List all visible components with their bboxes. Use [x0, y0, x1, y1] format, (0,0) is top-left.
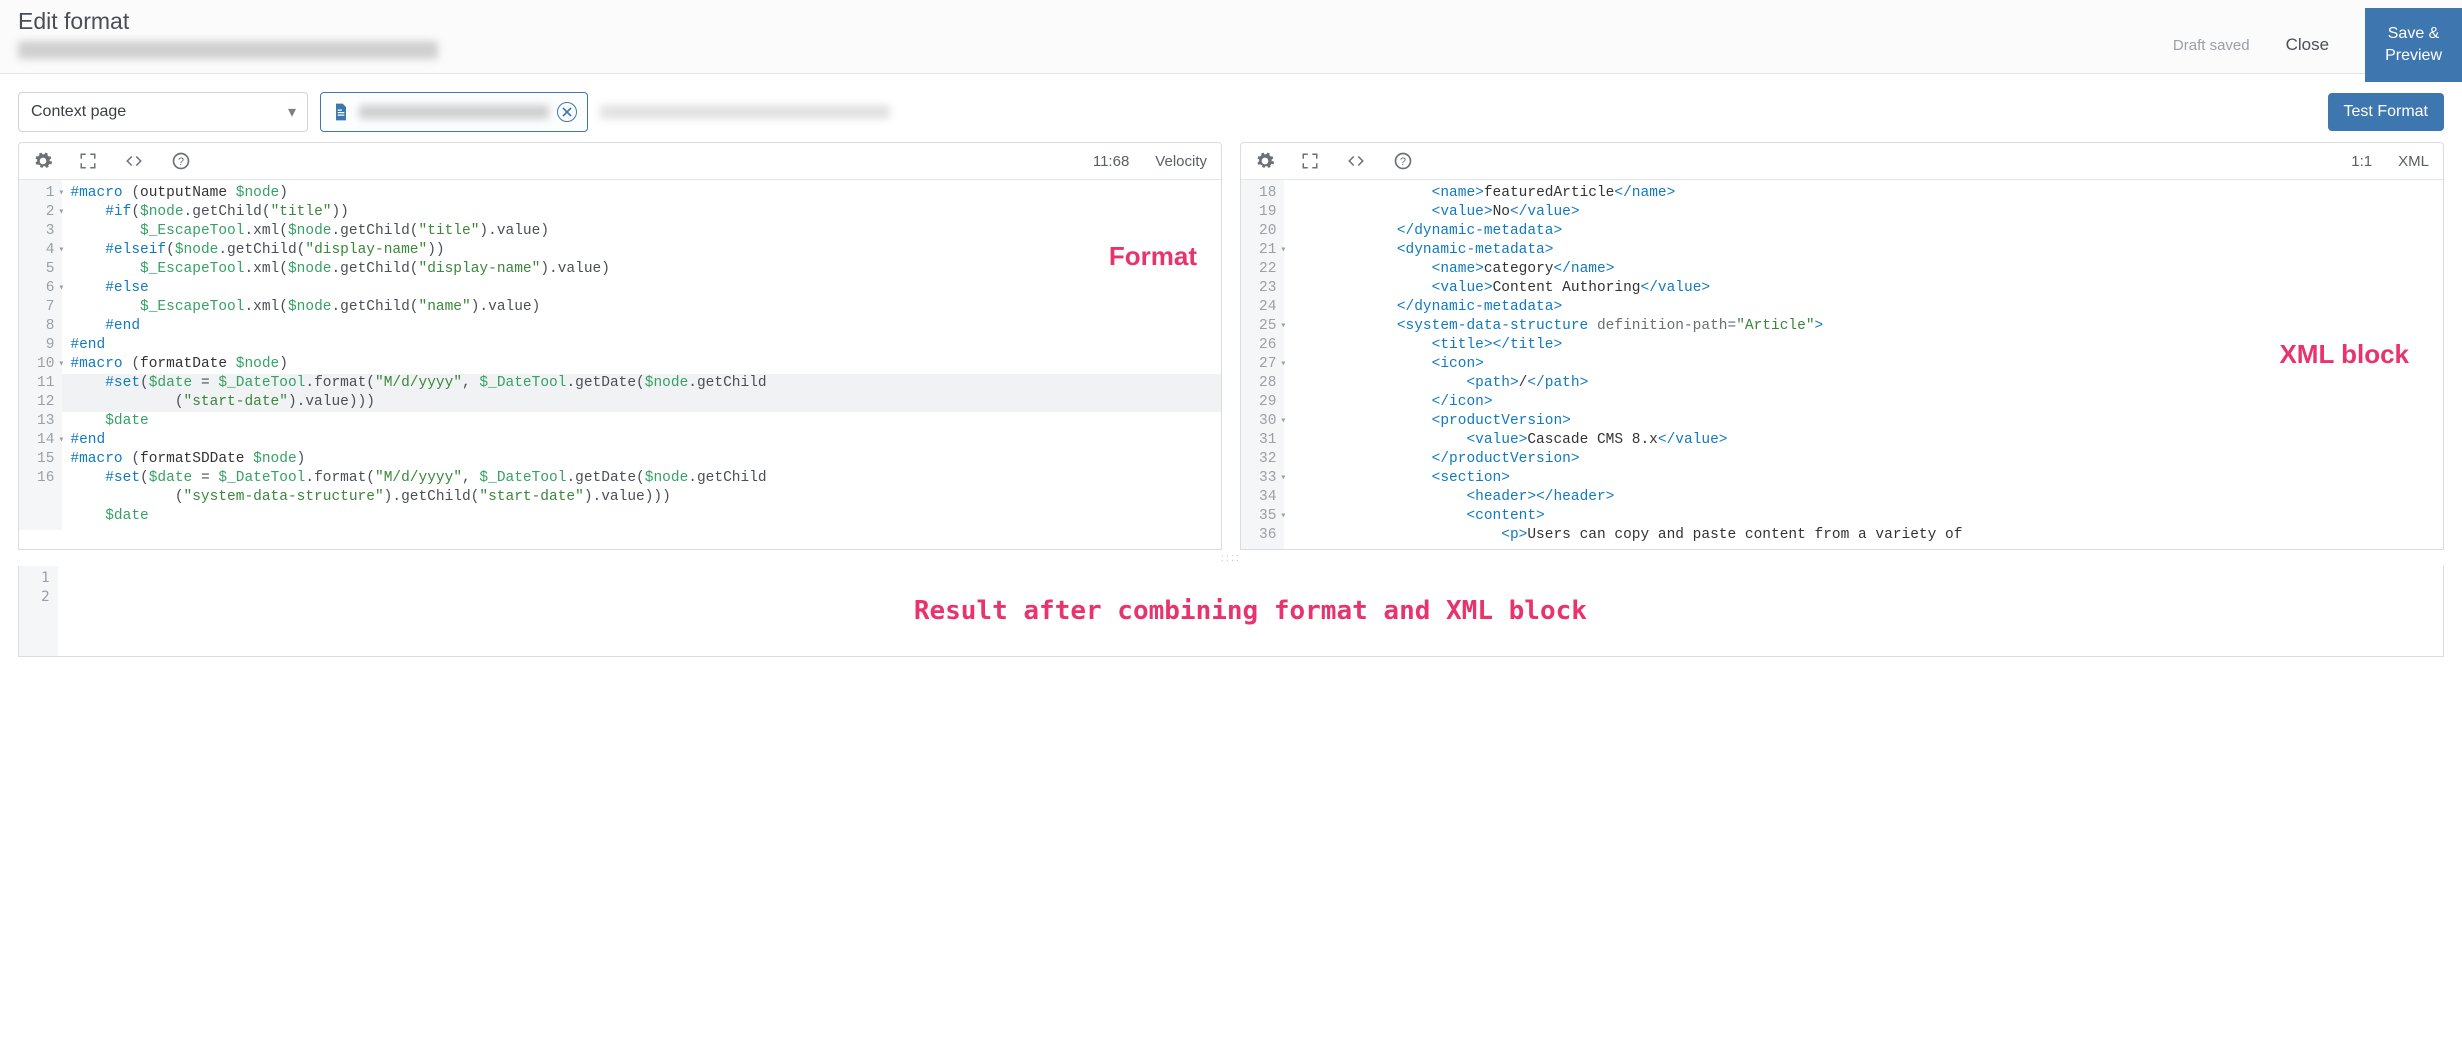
format-editor[interactable]: 12345678910111213141516 #macro (outputNa…: [19, 180, 1221, 530]
format-code[interactable]: #macro (outputName $node) #if($node.getC…: [62, 180, 1221, 530]
cursor-position: 11:68: [1093, 153, 1129, 170]
xml-panel: ? 1:1 XML 181920212223242526272829303132…: [1240, 142, 2444, 550]
settings-button[interactable]: [1255, 151, 1275, 171]
gear-icon: [33, 151, 53, 171]
xml-code[interactable]: <name>featuredArticle</name> <value>No</…: [1284, 180, 2443, 549]
fullscreen-icon: [1301, 152, 1319, 170]
xml-editor[interactable]: 18192021222324252627282930313233343536 <…: [1241, 180, 2443, 549]
code-toggle-button[interactable]: [123, 152, 145, 170]
result-body[interactable]: Result after combining format and XML bl…: [58, 566, 2443, 656]
file-icon: [331, 101, 351, 123]
result-editor[interactable]: 12 Result after combining format and XML…: [19, 566, 2443, 656]
fullscreen-button[interactable]: [1301, 152, 1319, 170]
xml-toolbar: ? 1:1 XML: [1241, 143, 2443, 180]
result-panel: 12 Result after combining format and XML…: [18, 566, 2444, 657]
code-icon: [123, 152, 145, 170]
help-button[interactable]: ?: [1393, 151, 1413, 171]
svg-text:?: ?: [178, 156, 184, 168]
code-toggle-button[interactable]: [1345, 152, 1367, 170]
controls-row: ▾ Test Format: [0, 74, 2462, 142]
context-file-name: [359, 105, 549, 119]
save-preview-button[interactable]: Save & Preview: [2365, 8, 2462, 82]
format-panel: ? 11:68 Velocity 12345678910111213141516…: [18, 142, 1222, 550]
language-label: Velocity: [1155, 153, 1207, 170]
result-gutter: 12: [19, 566, 58, 656]
format-toolbar: ? 11:68 Velocity: [19, 143, 1221, 180]
horizontal-drag-handle[interactable]: ::::: [0, 550, 2462, 566]
page-title: Edit format: [18, 8, 438, 35]
help-button[interactable]: ?: [171, 151, 191, 171]
close-icon: [562, 107, 572, 117]
fullscreen-icon: [79, 152, 97, 170]
cursor-position: 1:1: [2351, 153, 2372, 170]
help-icon: ?: [1393, 151, 1413, 171]
gear-icon: [1255, 151, 1275, 171]
clear-context-button[interactable]: [557, 102, 577, 122]
language-label: XML: [2398, 153, 2429, 170]
fullscreen-button[interactable]: [79, 152, 97, 170]
breadcrumb-path: [18, 41, 438, 59]
xml-gutter: 18192021222324252627282930313233343536: [1241, 180, 1284, 549]
editor-panels: ? 11:68 Velocity 12345678910111213141516…: [0, 142, 2462, 550]
context-select[interactable]: [18, 92, 308, 132]
format-gutter: 12345678910111213141516: [19, 180, 62, 530]
help-icon: ?: [171, 151, 191, 171]
page-header: Edit format Draft saved Close Save & Pre…: [0, 0, 2462, 74]
annotation-result: Result after combining format and XML bl…: [914, 602, 1587, 621]
header-actions: Draft saved Close Save & Preview: [2173, 8, 2462, 82]
header-left: Edit format: [18, 8, 438, 59]
svg-text:?: ?: [1400, 156, 1406, 168]
settings-button[interactable]: [33, 151, 53, 171]
context-file-chip[interactable]: [320, 92, 588, 132]
test-format-button[interactable]: Test Format: [2328, 93, 2444, 131]
draft-saved-label: Draft saved: [2173, 37, 2250, 54]
code-icon: [1345, 152, 1367, 170]
context-description: [600, 105, 890, 119]
close-button[interactable]: Close: [2268, 8, 2347, 82]
context-select-wrap: ▾: [18, 92, 308, 132]
